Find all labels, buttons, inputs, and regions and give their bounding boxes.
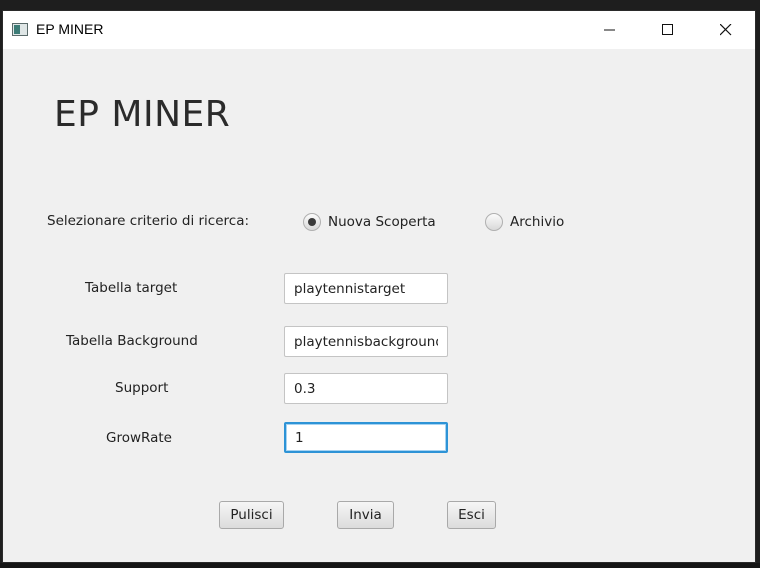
target-table-input[interactable] [284,273,448,304]
maximize-button[interactable] [645,11,691,49]
app-window: EP MINER EP MINER Selezionare criterio d… [2,10,756,563]
desktop-background [0,563,760,568]
growrate-input[interactable] [284,422,448,453]
radio-checked-icon[interactable] [303,213,321,231]
background-table-label: Tabella Background [66,333,198,349]
radio-archivio[interactable]: Archivio [485,211,564,233]
esci-button[interactable]: Esci [447,501,496,529]
criteria-label: Selezionare criterio di ricerca: [47,213,250,229]
title-bar[interactable]: EP MINER [3,11,755,49]
close-button[interactable] [703,11,749,49]
window-title: EP MINER [36,21,104,37]
pulisci-button[interactable]: Pulisci [219,501,284,529]
radio-label: Nuova Scoperta [328,214,436,230]
minimize-icon [604,29,615,31]
radio-unchecked-icon[interactable] [485,213,503,231]
app-window-icon [12,23,28,36]
minimize-button[interactable] [587,11,633,49]
close-icon [720,24,732,36]
page-title: EP MINER [54,94,231,135]
radio-label: Archivio [510,214,565,230]
maximize-icon [662,24,673,35]
support-input[interactable] [284,373,448,404]
support-label: Support [115,380,169,396]
growrate-label: GrowRate [106,430,172,446]
radio-nuova-scoperta[interactable]: Nuova Scoperta [303,211,436,233]
background-table-input[interactable] [284,326,448,357]
invia-button[interactable]: Invia [337,501,394,529]
target-table-label: Tabella target [85,280,178,296]
